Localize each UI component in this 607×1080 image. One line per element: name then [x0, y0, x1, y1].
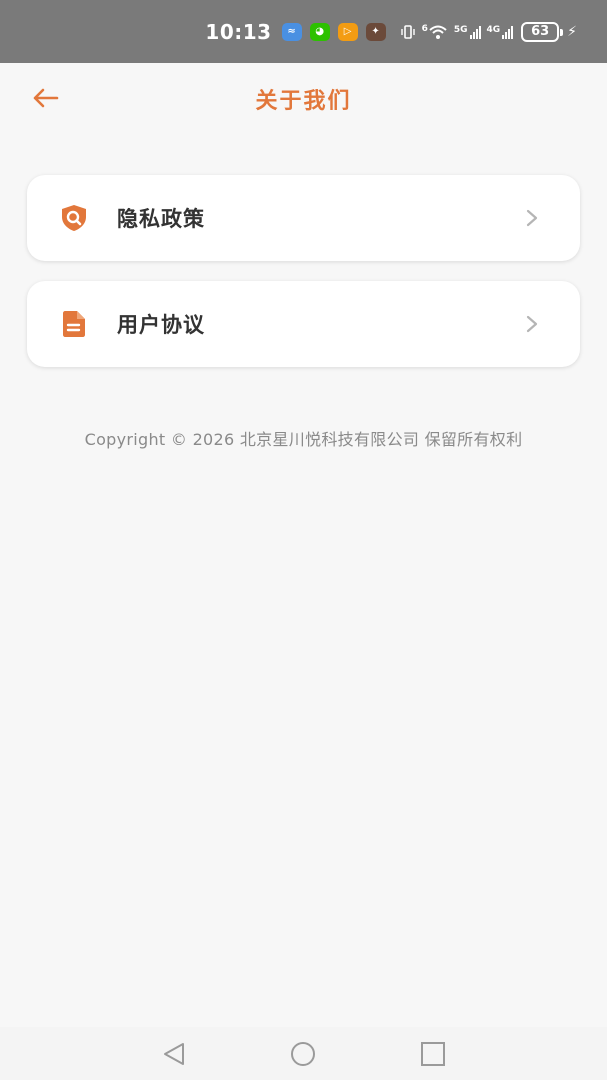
user-agreement-item[interactable]: 用户协议 [27, 281, 580, 367]
privacy-policy-label: 隐私政策 [117, 207, 205, 231]
system-nav-bar [0, 1027, 607, 1080]
document-icon [59, 309, 89, 339]
back-triangle-icon[interactable] [160, 1041, 188, 1067]
shield-search-icon [59, 203, 89, 233]
charging-icon: ⚡ [567, 23, 577, 40]
user-agreement-label: 用户协议 [117, 313, 205, 337]
status-bar: 10:13 ≈ ◕ ▷ ✦ 6 5G 4G 63 ⚡ [0, 0, 607, 63]
vibrate-icon [400, 24, 416, 40]
chevron-right-icon [526, 209, 538, 227]
status-time: 10:13 [205, 19, 272, 44]
privacy-policy-item[interactable]: 隐私政策 [27, 175, 580, 261]
page-title: 关于我们 [255, 89, 352, 114]
home-circle-icon[interactable] [289, 1041, 317, 1067]
signal-5g-icon: 5G [454, 25, 481, 39]
game-app-icon: ✦ [365, 22, 386, 41]
chevron-right-icon [526, 315, 538, 333]
battery-icon: 63 [521, 21, 564, 42]
video-app-icon: ▷ [337, 22, 358, 41]
cloud-app-icon: ≈ [281, 22, 302, 41]
signal-4g-icon: 4G [487, 25, 514, 39]
copyright-text: Copyright © 2026 北京星川悦科技有限公司 保留所有权利 [84, 430, 523, 449]
wifi-icon: 6 [422, 24, 448, 40]
recents-square-icon[interactable] [419, 1041, 447, 1067]
header: 关于我们 [0, 63, 607, 135]
wechat-icon: ◕ [309, 22, 330, 41]
